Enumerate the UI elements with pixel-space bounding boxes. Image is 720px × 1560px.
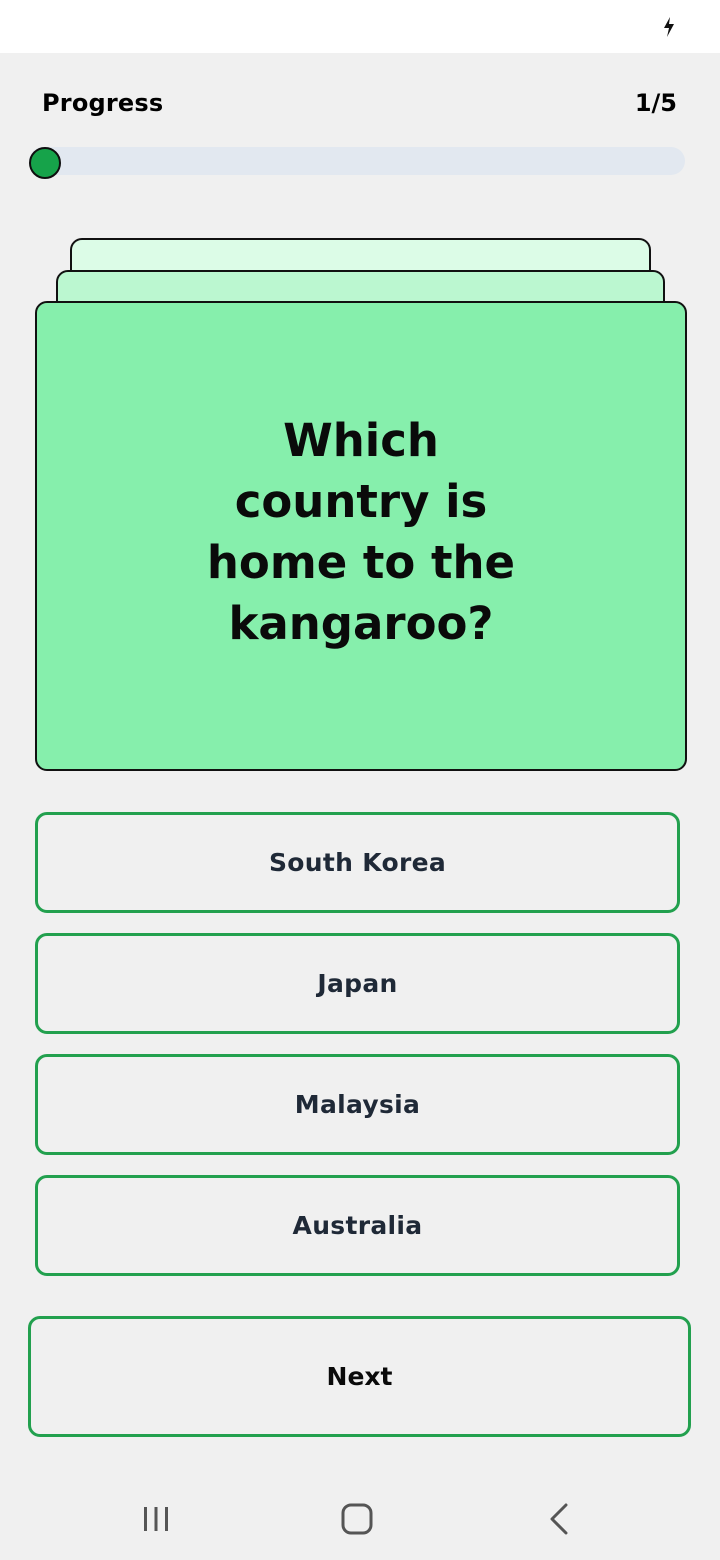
navigation-bar <box>0 1480 720 1560</box>
answer-option-malaysia[interactable]: Malaysia <box>35 1054 680 1155</box>
progress-bar <box>29 147 685 175</box>
recent-apps-icon[interactable] <box>140 1504 172 1534</box>
progress-label: Progress <box>42 89 164 117</box>
question-card: Which country is home to the kangaroo? <box>35 301 687 771</box>
status-bar <box>0 0 720 53</box>
next-button[interactable]: Next <box>28 1316 691 1437</box>
question-text: Which country is home to the kangaroo? <box>206 414 516 650</box>
answer-option-japan[interactable]: Japan <box>35 933 680 1034</box>
answer-option-australia[interactable]: Australia <box>35 1175 680 1276</box>
progress-count: 1/5 <box>634 89 677 117</box>
answer-option-south-korea[interactable]: South Korea <box>35 812 680 913</box>
progress-indicator <box>29 147 61 179</box>
lightning-bolt-icon <box>664 17 674 37</box>
back-icon[interactable] <box>547 1502 571 1536</box>
home-icon[interactable] <box>340 1502 374 1536</box>
